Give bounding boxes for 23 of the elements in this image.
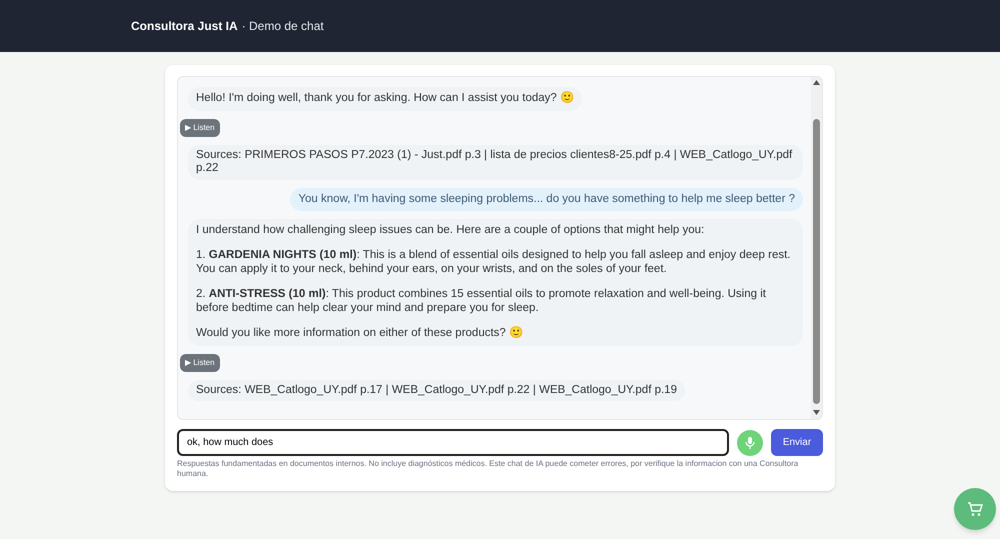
microphone-icon — [745, 436, 755, 448]
brand-title: Consultora Just IA — [131, 18, 238, 35]
message-input[interactable]: ok, how much does — [177, 429, 729, 456]
scrollbar-thumb[interactable] — [813, 119, 820, 404]
listen-button[interactable]: ▶ Listen — [180, 354, 220, 372]
microphone-button[interactable] — [737, 430, 763, 456]
sources-text: Sources: PRIMEROS PASOS P7.2023 (1) - Just.pdf p.3 | lista de precios clientes8-25.pdf p.4 | WEB_Catlogo_UY.pdf p.22 — [188, 144, 803, 180]
disclaimer-text: Respuestas fundamentadas en documentos internos. No incluye diagnósticos médicos. Este chat de IA puede cometer errores, por verifique la informacion con una Consultora humana. — [177, 459, 800, 479]
scroll-down-icon[interactable] — [813, 410, 820, 415]
message-paragraph: 1. GARDENIA NIGHTS (10 ml): This is a blend of essential oils designed to help you fall asleep and enjoy deep rest. You can apply it to your neck, behind your ears, on your wrists, and on the soles of your feet. — [196, 249, 792, 276]
send-button[interactable]: Enviar — [771, 429, 823, 456]
scroll-up-icon[interactable] — [813, 80, 820, 85]
message-paragraph: Hello! I'm doing well, thank you for asking. How can I assist you today? 🙂 — [196, 92, 574, 106]
message-paragraph: Would you like more information on either of these products? 🙂 — [196, 327, 524, 340]
message-paragraph: 2. ANTI-STRESS (10 ml): This product combines 15 essential oils to promote relaxation and well-being. Using it before bedtime can help clear your mind and prepare you for sleep. — [196, 288, 767, 315]
page-subtitle: · Demo de chat — [242, 18, 324, 35]
listen-button[interactable]: ▶ Listen — [180, 118, 220, 136]
scrollbar[interactable] — [811, 77, 822, 419]
sources-text: Sources: WEB_Catlogo_UY.pdf p.17 | WEB_Catlogo_UY.pdf p.22 | WEB_Catlogo_UY.pdf p.19 — [188, 380, 685, 401]
message-paragraph: I understand how challenging sleep issues can be. Here are a couple of options that might help you: — [196, 224, 706, 237]
user-message: You know, I'm having some sleeping problems... do you have something to help me sleep better ? — [290, 188, 803, 210]
cart-icon — [967, 502, 983, 516]
cart-button[interactable] — [954, 488, 996, 530]
